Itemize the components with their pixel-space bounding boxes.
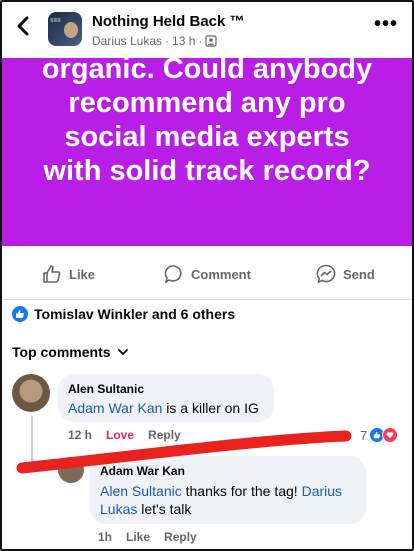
reaction-count-value: 7	[360, 427, 368, 443]
like-label: Like	[69, 266, 96, 282]
heart-reaction-icon	[382, 427, 399, 443]
messenger-icon	[316, 264, 336, 284]
comment-text: Adam War Kan is a killer on IG	[68, 400, 259, 416]
reply-button[interactable]: Reply	[164, 530, 197, 544]
mention-link[interactable]: Adam War Kan	[68, 400, 162, 416]
thread-connector	[31, 446, 55, 468]
comment-label: Comment	[191, 266, 251, 282]
comment-actions: 12 h Love Reply	[68, 428, 181, 442]
like-button[interactable]: Like	[126, 530, 150, 544]
reply-actions: 1h Like Reply	[98, 530, 197, 544]
avatar[interactable]	[58, 457, 84, 483]
action-bar: Like Comment Send	[0, 260, 414, 290]
divider	[0, 299, 414, 300]
top-comments-label: Top comments	[12, 344, 111, 360]
post-meta: Darius Lukas · 13 h ·	[92, 34, 217, 48]
like-reaction-icon	[12, 306, 28, 322]
reply-text: Alen Sultanic thanks for the tag! Darius…	[100, 482, 362, 518]
post-line: social media experts	[64, 121, 350, 153]
post-line: recommend any pro	[68, 87, 346, 119]
more-options-button[interactable]: •••	[374, 14, 398, 34]
comment-bubble: Alen Sultanic Adam War Kan is a killer o…	[58, 374, 274, 422]
reply-time: 1h	[98, 530, 113, 544]
group-name[interactable]: Nothing Held Back ™	[92, 13, 245, 30]
reactions-summary[interactable]: Tomislav Winkler and 6 others	[12, 306, 235, 322]
chevron-down-icon	[117, 349, 128, 355]
top-comments-filter[interactable]: Top comments	[12, 344, 129, 360]
reply-bubble: Adam War Kan Alen Sultanic thanks for th…	[90, 456, 366, 524]
comment-reaction-count[interactable]: 7	[360, 427, 399, 443]
comment-time: 12 h	[68, 428, 93, 442]
comment-author[interactable]: Alen Sultanic	[68, 382, 144, 396]
comment-body: is a killer on IG	[162, 400, 259, 416]
thumbs-up-icon	[43, 265, 61, 283]
mention-link[interactable]: Alen Sultanic	[100, 483, 182, 499]
like-button[interactable]: Like	[42, 264, 95, 284]
avatar[interactable]	[12, 374, 50, 412]
group-avatar[interactable]: ≡≡≡	[48, 12, 82, 46]
love-button[interactable]: Love	[106, 428, 134, 442]
comment-bubble-icon	[164, 265, 182, 284]
back-arrow-icon[interactable]	[12, 14, 36, 38]
send-button[interactable]: Send	[316, 264, 375, 284]
members-icon	[205, 35, 217, 47]
post-line: with solid track record?	[43, 155, 371, 187]
send-label: Send	[343, 266, 375, 282]
meta-separator-2: ·	[198, 34, 203, 48]
reactions-text: Tomislav Winkler and 6 others	[34, 306, 236, 322]
comment-button[interactable]: Comment	[164, 264, 251, 284]
reply-body-end: let's talk	[137, 501, 192, 517]
post-header: ≡≡≡ Nothing Held Back ™ Darius Lukas · 1…	[0, 0, 414, 56]
reply-body: thanks for the tag!	[181, 483, 302, 499]
post-line: organic. Could anybody	[41, 53, 373, 85]
reply-author[interactable]: Adam War Kan	[100, 464, 185, 478]
meta-separator: ·	[165, 34, 170, 48]
post-text: organic. Could anybody recommend any pro…	[2, 52, 412, 188]
reply-button[interactable]: Reply	[148, 428, 181, 442]
post-time[interactable]: 13 h	[172, 34, 195, 48]
post-author[interactable]: Darius Lukas	[92, 34, 162, 48]
